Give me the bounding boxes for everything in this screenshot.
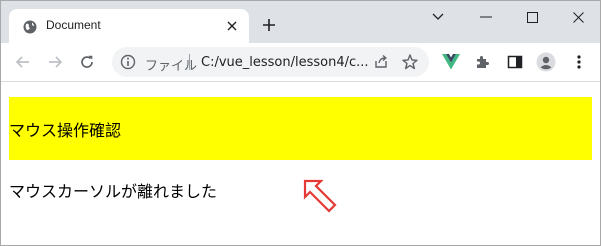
minimize-icon xyxy=(480,16,492,18)
mouse-test-box-label: マウス操作確認 xyxy=(9,120,122,140)
maximize-icon xyxy=(526,11,538,23)
address-bar[interactable]: ファイル C:/vue_lesson/lesson4/c... xyxy=(112,47,429,77)
page-content: マウス操作確認 マウスカーソルが離れました xyxy=(1,82,600,245)
url-text[interactable]: C:/vue_lesson/lesson4/c... xyxy=(201,55,371,70)
vue-devtools-extension-button[interactable] xyxy=(439,50,463,74)
new-tab-button[interactable] xyxy=(259,15,279,35)
browser-window: Document ファイル C:/vue_lesson/lesson4/c...… xyxy=(0,0,601,246)
close-icon xyxy=(572,11,584,23)
back-button[interactable] xyxy=(11,50,35,74)
browser-toolbar: ファイル C:/vue_lesson/lesson4/c... xyxy=(1,43,600,82)
tab-document[interactable]: Document xyxy=(9,9,249,43)
close-window-button[interactable] xyxy=(555,3,600,31)
reload-button[interactable] xyxy=(75,50,99,74)
share-icon[interactable] xyxy=(372,53,390,71)
mouse-status-message: マウスカーソルが離れました xyxy=(9,182,218,201)
bookmark-star-icon[interactable] xyxy=(401,53,419,71)
close-tab-icon[interactable] xyxy=(223,17,241,35)
extensions-button[interactable] xyxy=(471,50,495,74)
maximize-button[interactable] xyxy=(509,3,555,31)
puzzle-icon xyxy=(477,56,489,68)
omnibox-divider xyxy=(189,54,190,70)
globe-icon xyxy=(23,19,37,34)
tab-strip: Document xyxy=(1,1,600,43)
side-panel-button[interactable] xyxy=(503,50,527,74)
chevron-down-icon xyxy=(432,13,444,20)
mouse-test-box[interactable]: マウス操作確認 xyxy=(9,97,592,160)
avatar-icon xyxy=(536,52,556,72)
vue-logo-icon xyxy=(442,54,460,70)
menu-button[interactable] xyxy=(567,50,591,74)
minimize-button[interactable] xyxy=(463,3,509,31)
profile-button[interactable] xyxy=(534,50,558,74)
tab-title: Document xyxy=(46,18,101,32)
forward-button[interactable] xyxy=(43,50,67,74)
arrow-right-icon xyxy=(49,56,63,68)
cursor-arrow-icon xyxy=(303,179,337,213)
kebab-menu-icon xyxy=(577,55,581,69)
arrow-left-icon xyxy=(15,56,29,68)
info-icon[interactable] xyxy=(120,54,136,70)
plus-icon xyxy=(263,19,275,31)
reload-icon xyxy=(81,55,93,68)
tab-search-button[interactable] xyxy=(415,3,461,31)
side-panel-icon xyxy=(507,55,523,69)
